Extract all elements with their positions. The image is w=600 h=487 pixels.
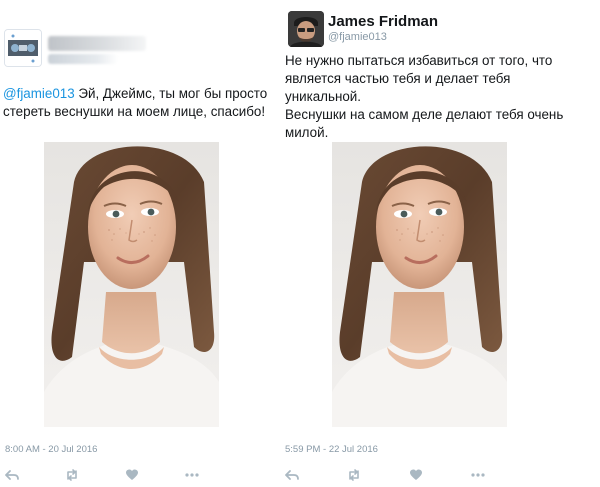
display-name[interactable]: James Fridman [328, 13, 438, 30]
tweet-actions [5, 468, 205, 482]
tweet-text-line: Не нужно пытаться избавиться от того, чт… [285, 53, 553, 68]
reply-icon[interactable] [285, 468, 299, 482]
tweet-actions [285, 468, 485, 482]
tweet-text: @fjamie013 Эй, Джеймс, ты мог бы просто … [3, 85, 287, 121]
tweet-request: @fjamie013 Эй, Джеймс, ты мог бы просто … [0, 0, 285, 487]
tweet-reply: James Fridman @fjamie013 Не нужно пытать… [285, 0, 600, 487]
blurred-display-name [48, 36, 146, 51]
mention-link[interactable]: @fjamie013 [3, 86, 75, 101]
tweet-text-line: милой. [285, 125, 329, 140]
author-handle[interactable]: @fjamie013 [328, 31, 387, 43]
avatar[interactable] [4, 29, 42, 67]
blurred-handle [48, 54, 118, 64]
more-icon[interactable] [185, 468, 199, 482]
profile-photo-icon [288, 11, 324, 47]
timestamp[interactable]: 5:59 PM - 22 Jul 2016 [285, 444, 378, 455]
tweet-text-line: уникальной. [285, 89, 362, 104]
tweet-text: Не нужно пытаться избавиться от того, чт… [285, 52, 597, 142]
like-icon[interactable] [125, 468, 139, 482]
retweet-icon[interactable] [65, 468, 79, 482]
reply-icon[interactable] [5, 468, 19, 482]
logo-icon [5, 30, 41, 66]
more-icon[interactable] [471, 468, 485, 482]
retweet-icon[interactable] [347, 468, 361, 482]
like-icon[interactable] [409, 468, 423, 482]
avatar[interactable] [288, 11, 324, 47]
tweet-text-line: Веснушки на самом деле делают тебя очень [285, 107, 564, 122]
tweet-text-line: является частью тебя и делает тебя [285, 71, 511, 86]
timestamp[interactable]: 8:00 AM - 20 Jul 2016 [5, 444, 97, 455]
original-photo[interactable] [44, 142, 219, 427]
tweet-comparison: @fjamie013 Эй, Джеймс, ты мог бы просто … [0, 0, 600, 487]
reply-photo[interactable] [332, 142, 507, 427]
